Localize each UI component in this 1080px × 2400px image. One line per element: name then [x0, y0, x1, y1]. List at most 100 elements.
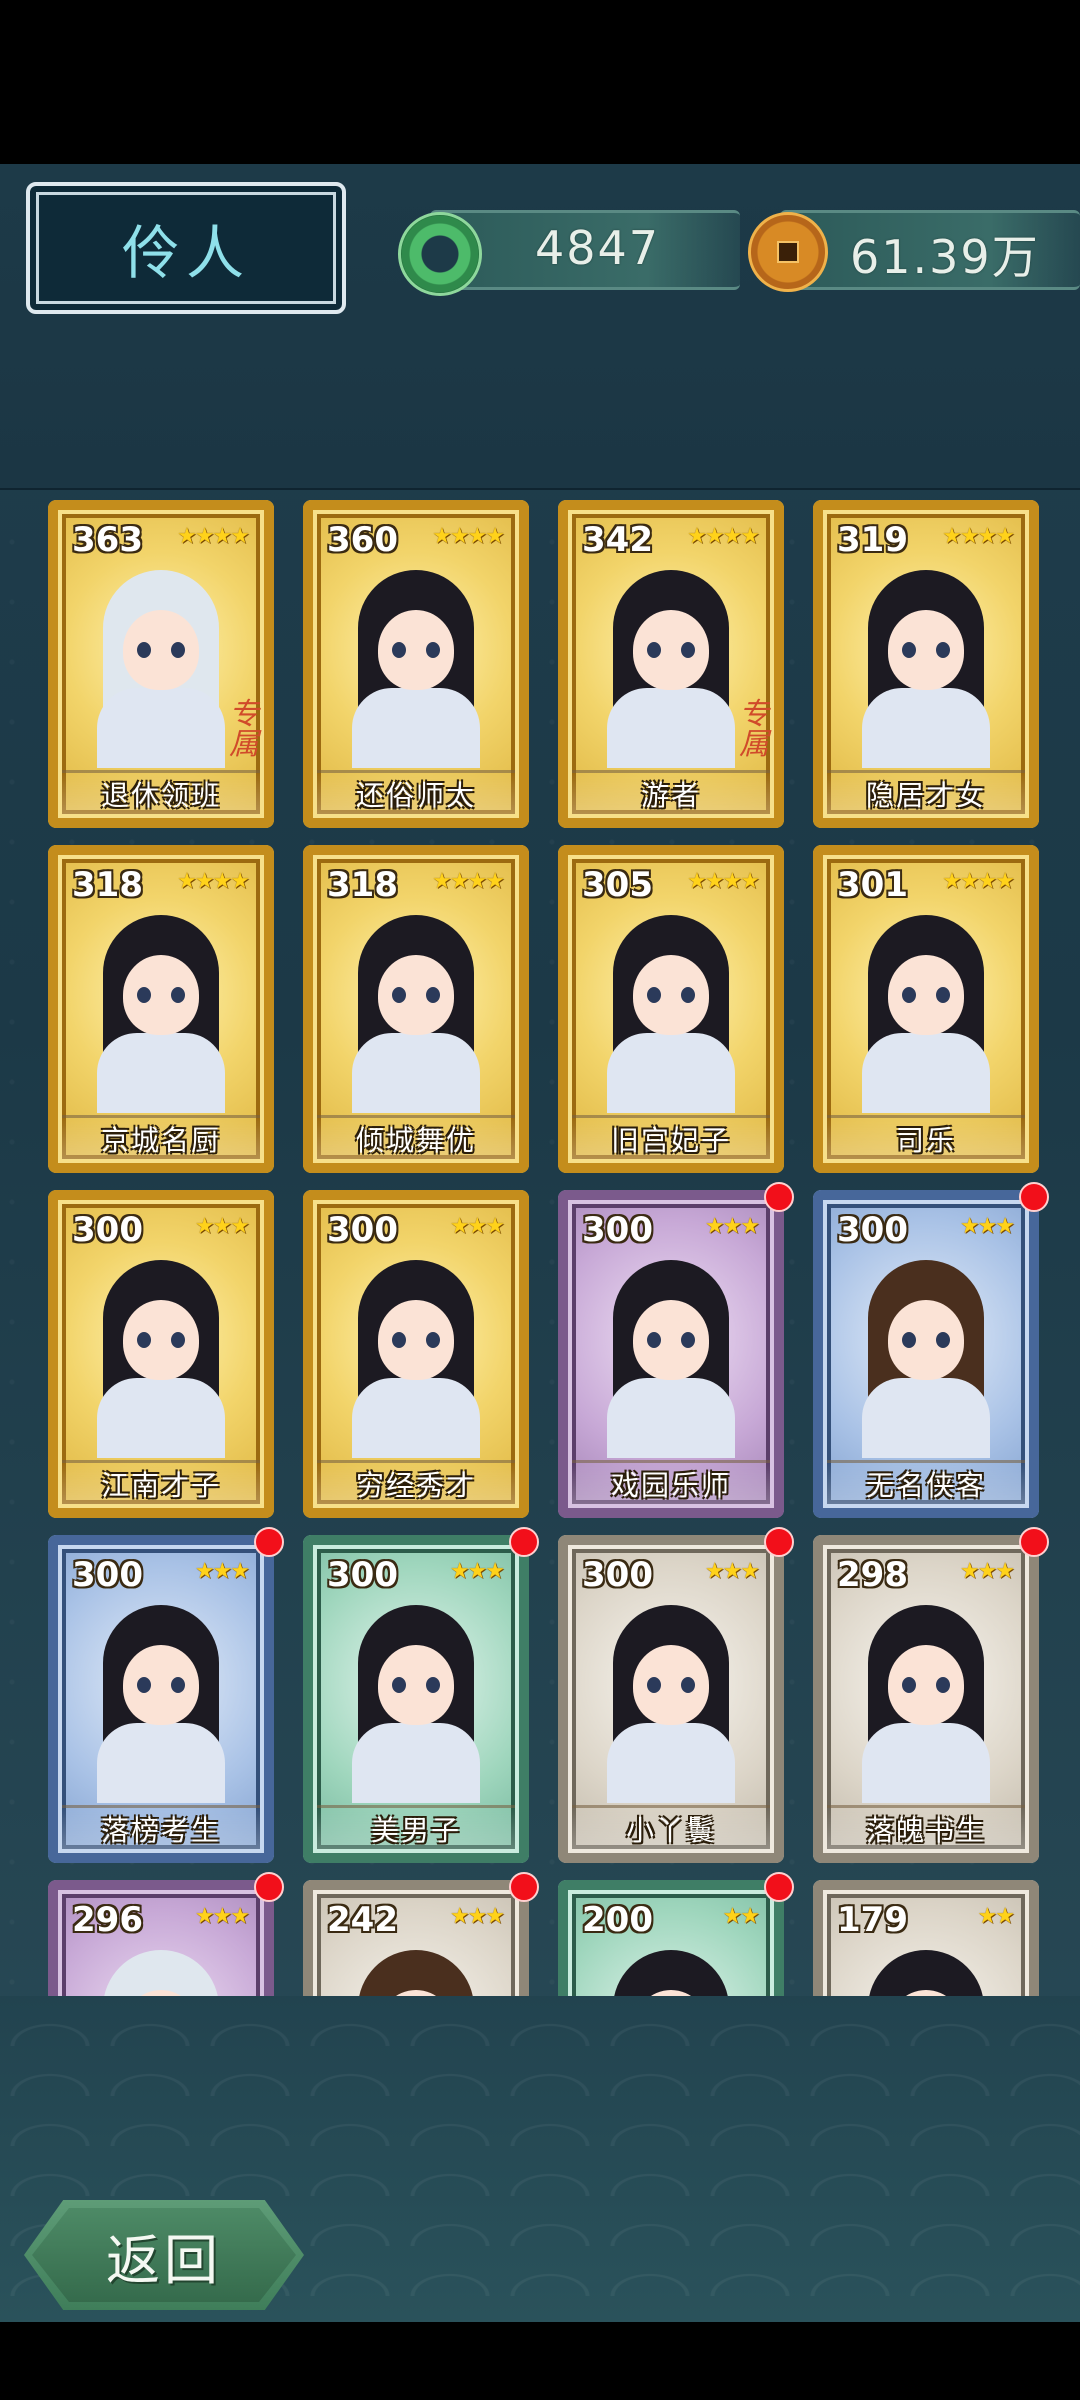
back-button[interactable]: 返回 — [24, 2200, 304, 2310]
portrait-eye-r — [936, 1677, 950, 1693]
character-portrait — [346, 1605, 486, 1803]
performer-card[interactable]: 305 ★★★★ 旧宫妃子 — [558, 845, 784, 1173]
performer-card[interactable]: 301 ★★★★ 司乐 — [813, 845, 1039, 1173]
portrait-body — [97, 1723, 225, 1803]
character-portrait — [91, 915, 231, 1113]
card-stars: ★★★ — [959, 1559, 1015, 1584]
performer-card[interactable]: 300 ★★★ 小丫鬟 — [558, 1535, 784, 1863]
portrait-eye-l — [137, 1677, 151, 1693]
card-level: 318 — [72, 865, 143, 905]
card-stars: ★★★ — [449, 1559, 505, 1584]
performer-card[interactable]: 300 ★★★ 穷经秀才 — [303, 1190, 529, 1518]
performer-card[interactable]: 360 ★★★★ 还俗师太 — [303, 500, 529, 828]
card-stars: ★★ — [722, 1904, 760, 1929]
card-level: 296 — [72, 1900, 143, 1940]
performer-card[interactable]: 242 ★★★ — [303, 1880, 529, 1996]
portrait-face — [633, 1300, 709, 1380]
notification-dot — [509, 1872, 539, 1902]
portrait-face — [633, 610, 709, 690]
portrait-eye-l — [137, 1332, 151, 1348]
card-name: 穷经秀才 — [355, 1468, 476, 1502]
portrait-eye-l — [647, 1332, 661, 1348]
performer-card[interactable]: 363 ★★★★ 专属退休领班 — [48, 500, 274, 828]
name-plate: 京城名厨 — [62, 1115, 260, 1159]
card-level: 363 — [72, 520, 143, 560]
portrait-eye-r — [426, 642, 440, 658]
performer-card[interactable]: 319 ★★★★ 隐居才女 — [813, 500, 1039, 828]
performer-card[interactable]: 300 ★★★ 美男子 — [303, 1535, 529, 1863]
portrait-eye-l — [137, 987, 151, 1003]
performer-card[interactable]: 300 ★★★ 无名侠客 — [813, 1190, 1039, 1518]
performer-card[interactable]: 300 ★★★ 戏园乐师 — [558, 1190, 784, 1518]
character-portrait — [91, 1605, 231, 1803]
card-level: 360 — [327, 520, 398, 560]
name-plate: 美男子 — [317, 1805, 515, 1849]
portrait-face — [378, 610, 454, 690]
portrait-eye-l — [902, 642, 916, 658]
portrait-eye-l — [392, 987, 406, 1003]
character-portrait — [601, 915, 741, 1113]
card-level: 300 — [582, 1210, 653, 1250]
card-level: 305 — [582, 865, 653, 905]
name-plate: 落榜考生 — [62, 1805, 260, 1849]
portrait-eye-l — [392, 1332, 406, 1348]
page-title: 伶人 — [121, 219, 250, 287]
portrait-body — [607, 1723, 735, 1803]
performer-card[interactable]: 298 ★★★ 落魄书生 — [813, 1535, 1039, 1863]
portrait-face — [888, 610, 964, 690]
character-portrait — [601, 1260, 741, 1458]
jade-ring-icon — [398, 212, 482, 296]
card-level: 300 — [327, 1555, 398, 1595]
portrait-eye-r — [171, 642, 185, 658]
name-plate: 无名侠客 — [827, 1460, 1025, 1504]
performer-card[interactable]: 300 ★★★ 落榜考生 — [48, 1535, 274, 1863]
game-screen: 伶人 4847 61.39万 363 ★★★★ 专属 退休领班 360 ★★★★ 还俗师太 3… — [0, 0, 1080, 2400]
performer-card[interactable]: 318 ★★★★ 京城名厨 — [48, 845, 274, 1173]
portrait-eye-r — [681, 1332, 695, 1348]
character-portrait — [91, 1950, 231, 1996]
name-plate: 旧宫妃子 — [572, 1115, 770, 1159]
performer-grid: 363 ★★★★ 专属 退休领班 360 ★★★★ 还俗师太 342 ★★★★ 专属 游者 319 ★★… — [0, 492, 1080, 1996]
card-level: 179 — [837, 1900, 908, 1940]
card-name: 隐居才女 — [865, 778, 986, 812]
card-level: 300 — [72, 1210, 143, 1250]
card-level: 298 — [837, 1555, 908, 1595]
character-portrait — [91, 570, 231, 768]
card-name: 小丫鬟 — [625, 1813, 716, 1847]
portrait-face — [888, 1300, 964, 1380]
portrait-face — [633, 955, 709, 1035]
card-level: 318 — [327, 865, 398, 905]
performer-card[interactable]: 300 ★★★ 江南才子 — [48, 1190, 274, 1518]
character-portrait — [91, 1260, 231, 1458]
performer-card[interactable]: 296 ★★★ — [48, 1880, 274, 1996]
portrait-body — [607, 1033, 735, 1113]
card-stars: ★★ — [977, 1904, 1015, 1929]
performer-card[interactable]: 318 ★★★★ 倾城舞优 — [303, 845, 529, 1173]
exclusive-tag: 专属 — [229, 697, 259, 762]
card-level: 300 — [837, 1210, 908, 1250]
card-stars: ★★★★ — [177, 524, 250, 549]
character-portrait — [856, 1605, 996, 1803]
portrait-eye-l — [647, 987, 661, 1003]
performer-card[interactable]: 342 ★★★★ 专属 游者 — [558, 500, 784, 828]
navigation-bar-area — [0, 2322, 1080, 2400]
name-plate: 退休领班 — [62, 770, 260, 814]
portrait-eye-l — [647, 1677, 661, 1693]
card-stars: ★★★★ — [942, 524, 1015, 549]
card-stars: ★★★ — [959, 1214, 1015, 1239]
character-portrait — [856, 1950, 996, 1996]
name-plate: 戏园乐师 — [572, 1460, 770, 1504]
portrait-body — [862, 1033, 990, 1113]
portrait-body — [862, 688, 990, 768]
portrait-eye-r — [936, 1332, 950, 1348]
page-title-frame: 伶人 — [26, 182, 346, 314]
performer-card[interactable]: 179 ★★ — [813, 1880, 1039, 1996]
character-portrait — [601, 570, 741, 768]
portrait-body — [352, 1033, 480, 1113]
performer-card[interactable]: 200 ★★ — [558, 1880, 784, 1996]
portrait-eye-l — [392, 1677, 406, 1693]
card-name: 美男子 — [370, 1813, 461, 1847]
portrait-face — [888, 1645, 964, 1725]
name-plate: 落魄书生 — [827, 1805, 1025, 1849]
card-name: 京城名厨 — [100, 1123, 221, 1157]
